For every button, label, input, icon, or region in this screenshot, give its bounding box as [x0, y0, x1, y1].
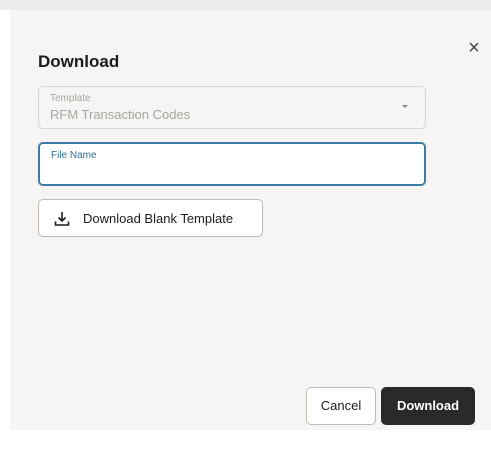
file-name-input[interactable]	[50, 164, 410, 182]
cancel-button[interactable]: Cancel	[306, 387, 376, 425]
template-select[interactable]: Template RFM Transaction Codes	[38, 86, 426, 129]
background-strip	[0, 0, 491, 10]
close-button[interactable]: ×	[464, 38, 484, 58]
download-dialog: Download × Template RFM Transaction Code…	[10, 10, 491, 430]
template-select-label: Template	[50, 93, 91, 104]
template-select-value: RFM Transaction Codes	[50, 107, 191, 122]
dialog-title: Download	[38, 52, 120, 71]
file-name-label: File Name	[51, 150, 97, 161]
download-blank-template-button[interactable]: Download Blank Template	[38, 199, 263, 237]
download-blank-template-label: Download Blank Template	[83, 211, 234, 226]
file-name-field[interactable]: File Name	[38, 142, 426, 186]
download-button[interactable]: Download	[381, 387, 475, 425]
download-icon	[54, 212, 70, 226]
chevron-down-icon	[402, 105, 408, 108]
close-icon: ×	[468, 37, 480, 59]
